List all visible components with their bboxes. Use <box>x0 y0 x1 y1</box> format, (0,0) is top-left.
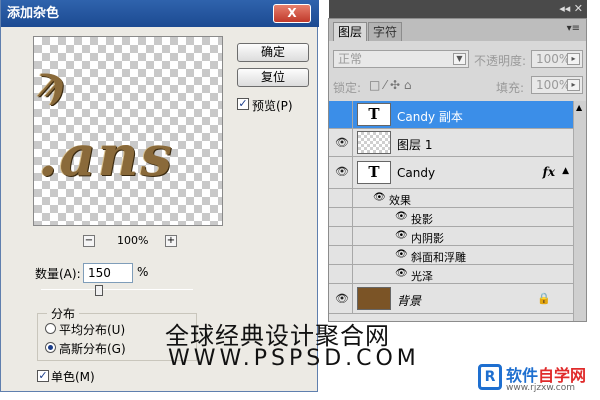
noise-preview-art-2: .ans <box>38 123 175 189</box>
distribution-title: 分布 <box>47 305 80 322</box>
visibility-toggle[interactable]: 👁 <box>329 284 353 313</box>
amount-label: 数量(A): <box>35 267 81 281</box>
watermark-url: WWW.PSPSD.COM <box>168 346 420 371</box>
reset-button[interactable]: 复位 <box>237 68 309 87</box>
layers-list: T Candy 副本 👁 图层 1 👁 T Candy fx ▲ 👁 效果 👁 … <box>329 101 573 321</box>
layer-thumbnail <box>357 131 391 154</box>
preview-label[interactable]: 预览(P) <box>252 97 293 114</box>
layer-row-candy-copy[interactable]: T Candy 副本 <box>329 101 573 129</box>
chevron-down-icon: ▼ <box>453 53 466 65</box>
site-logo: R 软件自学网 www.rjzxw.com <box>478 362 596 396</box>
eye-cell-empty <box>329 246 353 264</box>
effect-name: 内阴影 <box>411 232 444 245</box>
visibility-toggle[interactable]: 👁 <box>329 129 353 156</box>
effect-name: 斜面和浮雕 <box>411 251 466 264</box>
scroll-up-icon[interactable]: ▲ <box>576 103 582 112</box>
effect-row-inner-shadow[interactable]: 👁 内阴影 <box>329 227 573 246</box>
amount-unit: % <box>137 265 149 279</box>
eye-icon[interactable]: 👁 <box>395 230 408 241</box>
preview-canvas[interactable]: ϡ .ans <box>33 36 223 226</box>
blend-mode-value: 正常 <box>338 52 363 66</box>
uniform-radio[interactable] <box>45 323 56 334</box>
eye-cell-empty <box>329 227 353 245</box>
visibility-toggle[interactable]: 👁 <box>329 157 353 188</box>
blend-mode-select[interactable]: 正常 ▼ <box>333 50 469 68</box>
monochromatic-label[interactable]: 单色(M) <box>51 368 95 385</box>
layer-name[interactable]: 图层 1 <box>397 136 432 153</box>
eye-icon: 👁 <box>335 165 349 178</box>
chevron-right-icon: ▸ <box>567 53 580 65</box>
layer-name[interactable]: Candy 副本 <box>397 108 463 125</box>
fill-label: 填充: <box>496 81 525 95</box>
close-button[interactable]: X <box>273 4 311 23</box>
text-layer-thumbnail: T <box>357 103 391 126</box>
layer-name[interactable]: Candy <box>397 166 435 180</box>
gaussian-label[interactable]: 高斯分布(G) <box>59 340 126 357</box>
expand-effects-icon[interactable]: ▲ <box>562 166 569 176</box>
panel-tab-bar: 图层 字符 ▾≡ <box>329 19 586 41</box>
zoom-in-button[interactable]: + <box>165 235 177 247</box>
dialog-title: 添加杂色 <box>1 0 319 27</box>
lock-icons[interactable]: □ ⁄ ✣ ⌂ <box>369 78 411 92</box>
amount-slider-thumb[interactable] <box>95 285 103 296</box>
layers-panel: 图层 字符 ▾≡ 正常 ▼ 不透明度: 100% ▸ 锁定: □ ⁄ ✣ ⌂ 填… <box>328 18 587 322</box>
panel-header-strip: ◂◂ ✕ <box>329 0 587 19</box>
layer-name[interactable]: 背景 <box>397 292 421 309</box>
visibility-toggle[interactable] <box>329 101 353 128</box>
effects-label: 效果 <box>389 194 411 207</box>
monochromatic-checkbox[interactable]: ✓ <box>37 370 49 382</box>
eye-icon[interactable]: 👁 <box>373 192 386 203</box>
layers-scrollbar[interactable]: ▲ <box>573 101 586 321</box>
effect-row-bevel-emboss[interactable]: 👁 斜面和浮雕 <box>329 246 573 265</box>
fill-value: 100% <box>536 78 571 92</box>
ok-button[interactable]: 确定 <box>237 43 309 62</box>
layer-row-layer1[interactable]: 👁 图层 1 <box>329 129 573 157</box>
eye-cell-empty <box>329 265 353 283</box>
zoom-out-button[interactable]: − <box>83 235 95 247</box>
effect-row-satin[interactable]: 👁 光泽 <box>329 265 573 284</box>
eye-icon[interactable]: 👁 <box>395 211 408 222</box>
lock-label: 锁定: <box>333 81 362 95</box>
tab-layers[interactable]: 图层 <box>333 22 368 41</box>
eye-cell-empty <box>329 208 353 226</box>
amount-slider-track[interactable] <box>41 289 193 290</box>
panel-collapse-icon[interactable]: ◂◂ ✕ <box>559 2 583 15</box>
amount-input[interactable]: 150 <box>83 263 133 283</box>
chevron-right-icon: ▸ <box>567 79 580 91</box>
tab-character[interactable]: 字符 <box>368 22 403 41</box>
eye-icon: 👁 <box>335 292 349 305</box>
eye-icon[interactable]: 👁 <box>395 268 408 279</box>
logo-mark-icon: R <box>478 364 502 390</box>
noise-preview-art: ϡ <box>36 57 67 106</box>
eye-icon: 👁 <box>335 136 349 149</box>
layer-row-candy[interactable]: 👁 T Candy fx ▲ <box>329 157 573 189</box>
logo-url: www.rjzxw.com <box>506 383 575 393</box>
eye-cell-empty <box>329 189 353 207</box>
effect-name: 投影 <box>411 213 433 226</box>
gaussian-radio[interactable] <box>45 342 56 353</box>
text-layer-thumbnail: T <box>357 161 391 184</box>
preview-checkbox[interactable]: ✓ <box>237 98 249 110</box>
opacity-value: 100% <box>536 52 571 66</box>
effect-row-drop-shadow[interactable]: 👁 投影 <box>329 208 573 227</box>
effects-fx-icon[interactable]: fx <box>543 165 555 179</box>
lock-icon: 🔒 <box>537 292 551 305</box>
uniform-label[interactable]: 平均分布(U) <box>59 321 125 338</box>
fill-field[interactable]: 100% ▸ <box>531 76 583 94</box>
eye-icon[interactable]: 👁 <box>395 249 408 260</box>
layer-row-background[interactable]: 👁 背景 🔒 <box>329 284 573 314</box>
zoom-level: 100% <box>117 234 149 247</box>
panel-menu-icon[interactable]: ▾≡ <box>567 23 580 34</box>
effect-name: 光泽 <box>411 270 433 283</box>
opacity-field[interactable]: 100% ▸ <box>531 50 583 68</box>
effects-header-row[interactable]: 👁 效果 <box>329 189 573 208</box>
layer-thumbnail <box>357 287 391 310</box>
opacity-label: 不透明度: <box>474 54 527 68</box>
